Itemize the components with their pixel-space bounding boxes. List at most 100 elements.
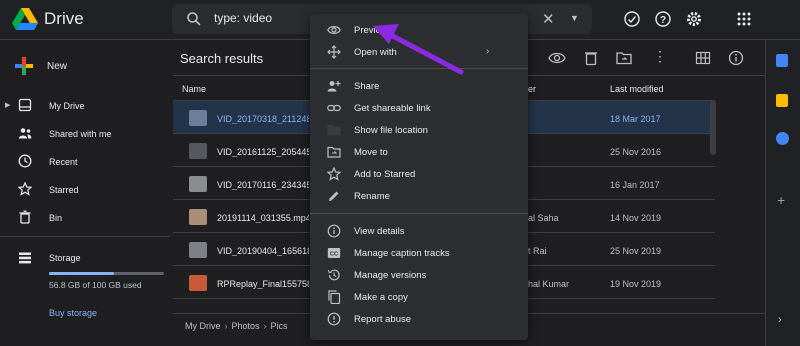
bin-icon xyxy=(19,210,31,224)
storage-bar-fill xyxy=(49,272,115,275)
drive-logo-icon[interactable] xyxy=(12,8,38,30)
submenu-chevron-icon: › xyxy=(486,46,490,57)
file-owner: hal Kumar xyxy=(528,279,570,289)
alert-icon xyxy=(327,312,341,326)
add-addon-icon[interactable]: + xyxy=(777,192,785,208)
menu-label: Report abuse xyxy=(354,314,412,325)
people-icon xyxy=(18,128,32,139)
column-header-last-modified[interactable]: Last modified xyxy=(610,84,664,94)
storage-usage-text: 56.8 GB of 100 GB used xyxy=(49,280,142,290)
search-options-icon[interactable]: ▼ xyxy=(570,13,579,23)
folder-icon xyxy=(327,125,341,136)
tasks-icon[interactable] xyxy=(776,132,789,145)
buy-storage-link[interactable]: Buy storage xyxy=(49,308,97,318)
menu-label: View details xyxy=(354,226,405,237)
storage-label[interactable]: Storage xyxy=(49,253,81,263)
sidebar-item-label: My Drive xyxy=(49,101,85,111)
breadcrumb-item[interactable]: Photos xyxy=(232,321,260,331)
menu-label: Add to Starred xyxy=(354,169,416,180)
menu-label: Get shareable link xyxy=(354,103,431,114)
menu-label: Manage versions xyxy=(354,270,427,281)
menu-item-move-to[interactable] xyxy=(310,141,528,163)
settings-gear-icon[interactable] xyxy=(685,10,703,28)
clock-icon xyxy=(18,154,32,168)
star-icon xyxy=(327,167,341,181)
search-input[interactable]: type: video xyxy=(214,11,272,25)
eye-icon xyxy=(327,26,341,34)
sidebar-item-label: Bin xyxy=(49,213,63,223)
app-title[interactable]: Drive xyxy=(44,9,84,29)
new-plus-icon[interactable] xyxy=(14,56,34,82)
sidebar-item-label: Shared with me xyxy=(49,129,112,139)
more-options-icon[interactable]: ⋮ xyxy=(653,48,667,65)
delete-icon[interactable] xyxy=(584,50,598,66)
breadcrumb-item[interactable]: My Drive xyxy=(185,321,221,331)
star-icon xyxy=(18,182,32,196)
video-thumbnail xyxy=(189,176,207,192)
file-name[interactable]: VID_20161125_205445 xyxy=(217,147,309,157)
breadcrumb-item[interactable]: Pics xyxy=(271,321,288,331)
menu-label: Manage caption tracks xyxy=(354,248,450,259)
menu-item-add-starred[interactable] xyxy=(310,163,528,185)
link-icon xyxy=(327,104,341,112)
move-folder-icon xyxy=(327,146,341,158)
search-icon[interactable] xyxy=(186,11,202,27)
column-header-owner[interactable]: er xyxy=(528,84,536,94)
video-thumbnail xyxy=(189,209,207,225)
video-thumbnail xyxy=(189,242,207,258)
file-modified-date: 14 Nov 2019 xyxy=(610,213,662,223)
file-name[interactable]: VID_20170318_211248 xyxy=(217,114,309,124)
my-drive-icon xyxy=(18,98,32,112)
expand-panel-icon[interactable]: › xyxy=(778,314,782,326)
grid-view-icon[interactable] xyxy=(695,50,711,66)
menu-item-make-copy[interactable] xyxy=(310,286,528,308)
chevron-right-icon: › xyxy=(263,321,267,331)
file-modified-date: 16 Jan 2017 xyxy=(610,180,660,190)
apps-grid-icon[interactable] xyxy=(735,10,753,28)
file-name[interactable]: VID_20190404_165618 xyxy=(217,246,309,256)
file-modified-date: 25 Nov 2016 xyxy=(610,147,662,157)
menu-label: Move to xyxy=(354,147,388,158)
menu-label: Show file location xyxy=(354,125,428,136)
menu-item-rename[interactable] xyxy=(310,185,528,207)
keep-icon[interactable] xyxy=(776,94,788,107)
info-icon xyxy=(327,224,341,238)
offline-check-icon[interactable] xyxy=(623,10,641,28)
menu-label: Make a copy xyxy=(354,292,408,303)
sidebar-divider xyxy=(0,236,170,237)
scrollbar[interactable] xyxy=(710,100,716,155)
video-thumbnail xyxy=(189,143,207,159)
file-name[interactable]: VID_20170116_234345 xyxy=(217,180,309,190)
move-to-folder-icon[interactable] xyxy=(616,50,632,66)
file-name[interactable]: 20191114_031355.mp4 xyxy=(217,213,309,223)
storage-icon xyxy=(19,252,31,264)
chevron-right-icon: › xyxy=(224,321,228,331)
file-owner: t Rai xyxy=(528,246,547,256)
video-thumbnail xyxy=(189,110,207,126)
calendar-icon[interactable] xyxy=(776,54,788,67)
menu-separator xyxy=(310,213,528,214)
details-info-icon[interactable] xyxy=(728,50,744,66)
menu-item-view-details[interactable] xyxy=(310,220,528,242)
pencil-icon xyxy=(329,191,339,201)
preview-eye-icon[interactable] xyxy=(548,50,566,66)
annotation-arrow-icon xyxy=(373,24,464,75)
file-owner: al Saha xyxy=(528,213,559,223)
sidebar-item-label: Starred xyxy=(49,185,79,195)
svg-text:CC: CC xyxy=(330,252,338,258)
file-name[interactable]: RPReplay_Final155758 xyxy=(217,279,309,289)
copy-icon xyxy=(328,290,341,304)
sidebar-item-label: Recent xyxy=(49,157,78,167)
new-button[interactable]: New xyxy=(47,61,67,72)
video-thumbnail xyxy=(189,275,207,291)
menu-item-report-abuse[interactable] xyxy=(310,308,528,330)
file-modified-date: 25 Nov 2019 xyxy=(610,246,662,256)
person-add-icon xyxy=(327,81,341,92)
file-modified-date: 19 Nov 2019 xyxy=(610,279,662,289)
clear-search-icon[interactable]: ✕ xyxy=(542,10,555,28)
menu-label: Rename xyxy=(354,191,390,202)
captions-icon: CC xyxy=(327,248,341,258)
page-title: Search results xyxy=(180,51,264,66)
column-header-name[interactable]: Name xyxy=(182,84,206,94)
help-icon[interactable]: ? xyxy=(654,10,672,28)
